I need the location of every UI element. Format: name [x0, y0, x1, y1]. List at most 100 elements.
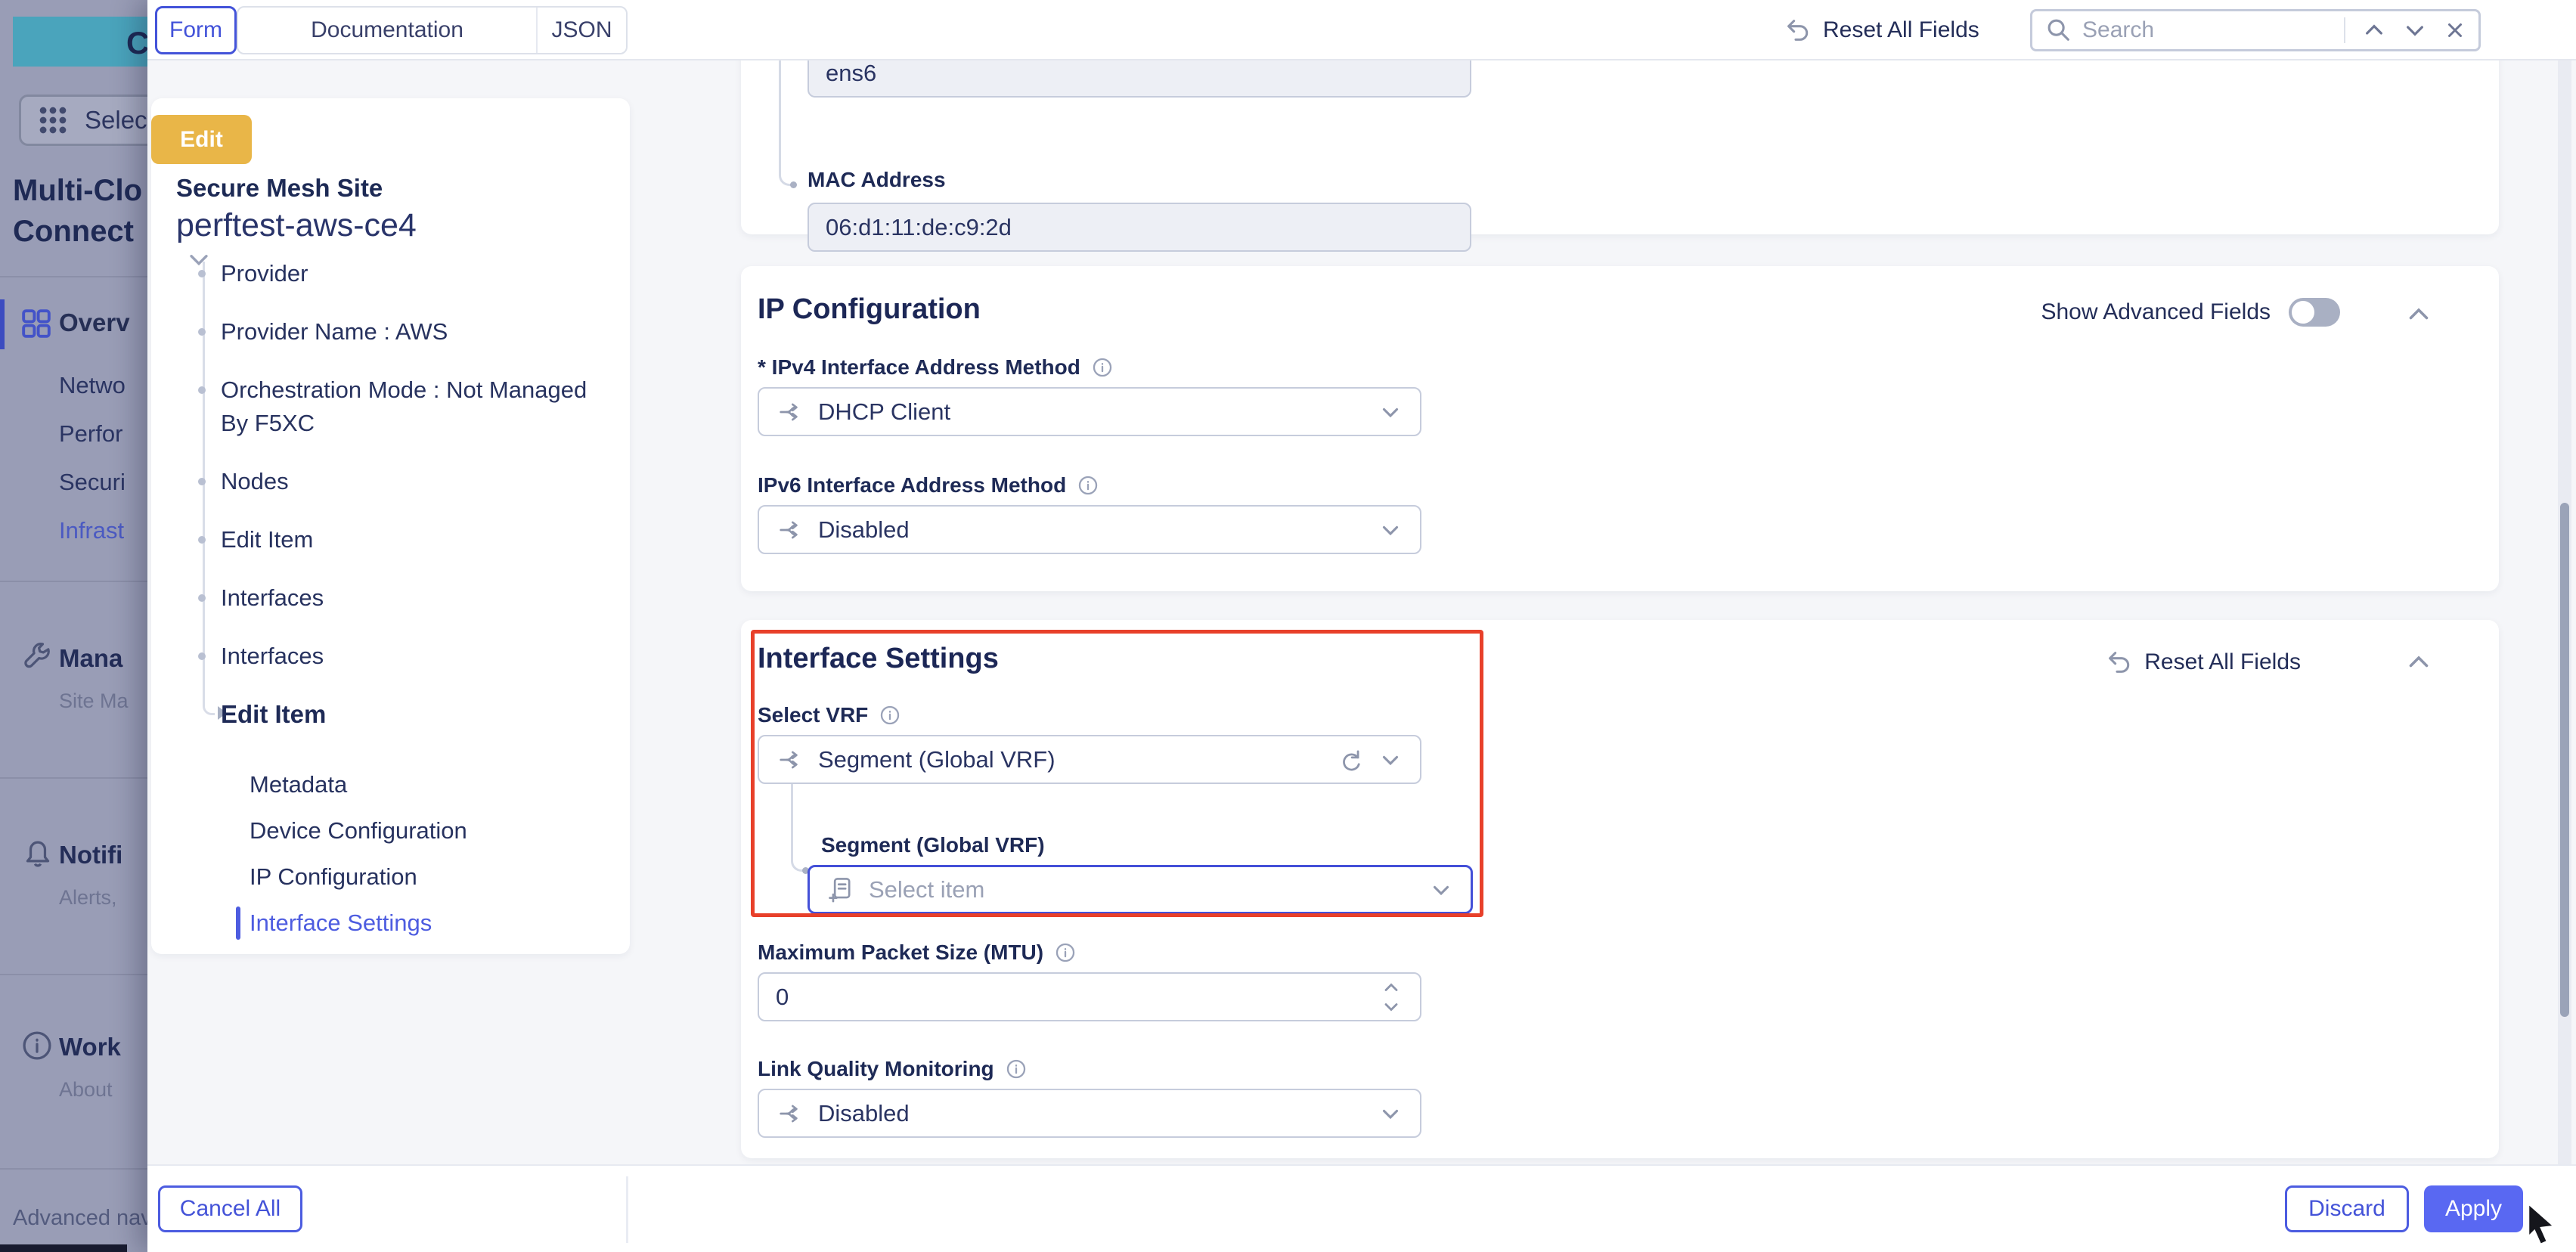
tab-documentation[interactable]: Documentation: [238, 8, 538, 53]
tree-item[interactable]: Edit Item: [221, 523, 605, 556]
object-name: perftest-aws-ce4: [176, 207, 417, 244]
sidebar-item-security[interactable]: Securi: [59, 469, 126, 496]
oneof-fork-icon: [776, 516, 804, 544]
oneof-fork-icon: [776, 398, 804, 426]
tree-item[interactable]: Provider Name : AWS: [221, 315, 605, 349]
collapse-section-icon[interactable]: [2405, 649, 2432, 676]
chevron-down-icon: [1378, 399, 1403, 425]
search-icon: [2044, 16, 2073, 45]
scrollbar[interactable]: [2558, 60, 2571, 1164]
divider: [0, 1168, 147, 1170]
collapse-section-icon[interactable]: [2405, 301, 2432, 328]
info-circle-icon: [20, 1028, 54, 1063]
chevron-down-icon: [1378, 517, 1403, 543]
tree-collapse-caret[interactable]: [186, 246, 212, 272]
search-box[interactable]: [2030, 9, 2481, 51]
mtu-label: Maximum Packet Size (MTU): [758, 941, 1077, 965]
show-advanced-fields-toggle[interactable]: [2289, 298, 2340, 327]
edit-modal: Form Documentation JSON Reset All Fields: [147, 0, 2576, 1252]
divider: [2344, 17, 2345, 43]
reset-all-fields-label: Reset All Fields: [2144, 649, 2301, 675]
field-connector: [779, 42, 791, 186]
brand-letter: C: [126, 25, 147, 61]
cancel-all-button[interactable]: Cancel All: [158, 1185, 302, 1232]
sidebar-item-overview[interactable]: Overv: [59, 308, 130, 337]
wizard-panel: Edit Secure Mesh Site perftest-aws-ce4 P…: [151, 98, 630, 954]
discard-button[interactable]: Discard: [2285, 1185, 2409, 1232]
apply-button[interactable]: Apply: [2424, 1185, 2523, 1232]
undo-icon: [1781, 15, 1811, 45]
advanced-nav-label[interactable]: Advanced nav: [13, 1206, 147, 1231]
ipv4-method-label: * IPv4 Interface Address Method: [758, 355, 1114, 380]
interface-identity-card: ens6 MAC Address 06:d1:11:de:c9:2d: [741, 42, 2499, 234]
tree-item[interactable]: Nodes: [221, 465, 605, 498]
tree-item[interactable]: Orchestration Mode : Not Managed By F5XC: [221, 373, 605, 440]
search-next-icon[interactable]: [2403, 18, 2427, 42]
tree-child-ip-configuration[interactable]: IP Configuration: [250, 860, 605, 894]
wizard-tree: Provider Provider Name : AWS Orchestrati…: [221, 257, 605, 756]
ipv6-method-label: IPv6 Interface Address Method: [758, 473, 1099, 497]
tab-form[interactable]: Form: [155, 6, 237, 54]
select-vrf-select[interactable]: Segment (Global VRF): [758, 735, 1421, 784]
segment-select[interactable]: [808, 865, 1473, 914]
sidebar-item-infrastructure[interactable]: Infrast: [59, 517, 124, 544]
info-icon: [1077, 474, 1099, 497]
sidebar-item-networking[interactable]: Netwo: [59, 372, 126, 399]
tree-item[interactable]: Provider: [221, 257, 605, 290]
divider: [0, 777, 147, 779]
overview-grid-icon: [20, 307, 53, 340]
mac-address-label: MAC Address: [808, 168, 946, 192]
sidebar-item-workspace[interactable]: Work: [59, 1033, 121, 1061]
segment-input[interactable]: [869, 876, 1454, 903]
mac-address-field: 06:d1:11:de:c9:2d: [808, 203, 1471, 252]
ip-configuration-card: IP Configuration Show Advanced Fields * …: [741, 266, 2499, 591]
mtu-input[interactable]: [776, 984, 1229, 1011]
chevron-down-icon: [1378, 747, 1403, 773]
modal-topbar: Form Documentation JSON Reset All Fields: [147, 0, 2576, 60]
workspace-select-label: Select: [85, 106, 147, 135]
window-edge: [0, 1244, 127, 1252]
chevron-down-icon: [1428, 877, 1454, 903]
interface-settings-card: Interface Settings Reset All Fields Sele…: [741, 620, 2499, 1158]
link-quality-select[interactable]: Disabled: [758, 1089, 1421, 1138]
divider: [0, 276, 147, 277]
mouse-cursor: [2521, 1201, 2563, 1247]
search-input[interactable]: [2082, 17, 2335, 43]
search-close-icon[interactable]: [2444, 19, 2466, 42]
wizard-tree-children: Metadata Device Configuration IP Configu…: [250, 768, 605, 953]
tree-item[interactable]: Interfaces: [221, 581, 605, 615]
sidebar-item-notifications[interactable]: Notifi: [59, 841, 122, 869]
tree-child-interface-settings[interactable]: Interface Settings: [250, 906, 605, 940]
sidebar-item-manage-subtitle: Site Ma: [59, 690, 129, 713]
sidebar-item-manage[interactable]: Mana: [59, 644, 122, 673]
reset-all-fields-top[interactable]: Reset All Fields: [1781, 0, 1979, 60]
divider: [0, 581, 147, 582]
ipv6-method-select[interactable]: Disabled: [758, 505, 1421, 554]
tree-child-metadata[interactable]: Metadata: [250, 768, 605, 801]
show-advanced-fields-label: Show Advanced Fields: [2041, 299, 2271, 325]
tab-json[interactable]: JSON: [538, 8, 626, 53]
ipv4-method-select[interactable]: DHCP Client: [758, 387, 1421, 436]
scrollbar-thumb[interactable]: [2560, 503, 2569, 1017]
mtu-field[interactable]: [758, 972, 1421, 1021]
active-nav-indicator: [0, 299, 5, 349]
sidebar-item-performance[interactable]: Perfor: [59, 420, 122, 448]
ip-configuration-title: IP Configuration: [758, 293, 981, 326]
divider: [0, 974, 147, 975]
refresh-icon[interactable]: [1337, 746, 1364, 773]
tree-item[interactable]: Interfaces: [221, 640, 605, 673]
tree-item-current[interactable]: Edit Item: [221, 698, 605, 731]
workspace-select-button[interactable]: Select: [19, 95, 147, 146]
modal-footer: Cancel All Discard Apply: [147, 1164, 2576, 1252]
reset-all-fields-section[interactable]: Reset All Fields: [2102, 647, 2301, 677]
undo-icon: [2102, 647, 2132, 677]
tree-child-device-configuration[interactable]: Device Configuration: [250, 814, 605, 848]
reset-all-fields-label: Reset All Fields: [1823, 17, 1979, 43]
sidebar-item-notifications-subtitle: Alerts,: [59, 886, 117, 910]
sidebar-item-workspace-subtitle: About: [59, 1078, 113, 1102]
field-connector: [791, 784, 803, 872]
search-prev-icon[interactable]: [2362, 18, 2386, 42]
search-controls: [2344, 17, 2466, 43]
number-stepper[interactable]: [1381, 978, 1402, 1016]
link-quality-label: Link Quality Monitoring: [758, 1057, 1028, 1081]
